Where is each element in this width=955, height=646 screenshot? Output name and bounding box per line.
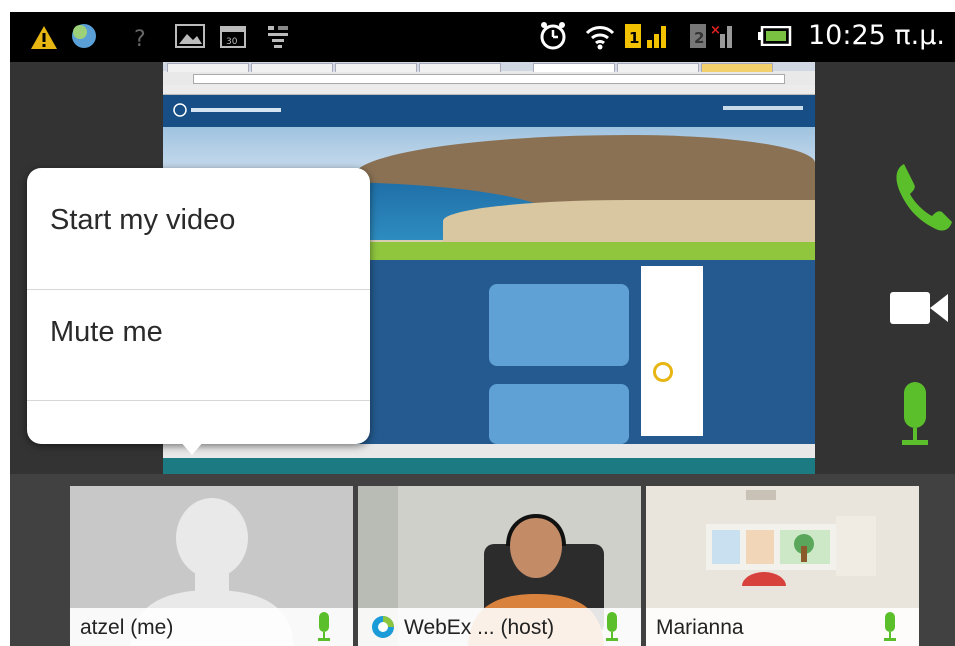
microphone-icon (606, 612, 618, 641)
sim1-signal-icon: 1 (625, 24, 666, 48)
svg-text:×: × (710, 23, 721, 38)
browser-status-bar (163, 444, 815, 458)
warning-icon (31, 26, 57, 49)
participants-strip: atzel (me) WebEx ... (host) Marianna (10, 474, 955, 646)
browser-tab-row (163, 62, 815, 72)
calendar-icon: 30 (220, 26, 246, 48)
sim2-no-signal-icon: 2 × (690, 23, 732, 48)
status-clock: 10:25 π.μ. (808, 20, 945, 51)
participant-label: atzel (me) (70, 608, 353, 646)
participant-name: Marianna (656, 616, 744, 639)
call-button[interactable] (876, 162, 955, 242)
webex-logo-icon (372, 616, 394, 638)
start-video-button[interactable] (876, 272, 955, 352)
website-logo (173, 103, 281, 117)
status-bar: ? 30 1 2 × 10:25 π.μ. (10, 12, 955, 62)
wifi-icon (585, 26, 615, 50)
participant-tile-host[interactable]: WebEx ... (host) (358, 486, 641, 646)
participant-name: WebEx ... (host) (404, 616, 555, 639)
gallery-icon (175, 24, 205, 48)
menu-pointer-arrow (180, 441, 204, 455)
video-camera-icon (890, 292, 948, 324)
browser-tab (419, 63, 501, 72)
browser-tab (617, 63, 699, 72)
hero-sand (443, 200, 815, 242)
browser-tab (335, 63, 417, 72)
browser-tab-active (533, 63, 615, 72)
participant-label: Marianna (646, 608, 919, 646)
microphone-icon (902, 382, 928, 445)
microphone-icon (318, 612, 330, 641)
svg-text:1: 1 (629, 29, 639, 47)
website-panel (489, 284, 629, 366)
usb-icon (268, 26, 288, 48)
browser-tab (701, 63, 773, 72)
menu-item-label: Start my video (50, 204, 236, 236)
browser-bookmarks-bar (163, 85, 815, 93)
browser-url-bar (193, 74, 785, 84)
menu-divider (27, 400, 370, 401)
start-my-video-menu-item[interactable]: Start my video (27, 168, 370, 278)
call-controls (876, 162, 955, 502)
website-badge-icon (653, 362, 673, 382)
call-icon (896, 164, 952, 231)
website-panel (489, 384, 629, 444)
svg-text:2: 2 (694, 29, 704, 47)
website-footer (163, 458, 815, 474)
website-header-links (723, 106, 803, 110)
participant-tile-me[interactable]: atzel (me) (70, 486, 353, 646)
browser-tab (167, 63, 249, 72)
browser-tab (251, 63, 333, 72)
svg-text:30: 30 (226, 37, 238, 47)
svg-text:?: ? (134, 27, 146, 50)
participant-label: WebEx ... (host) (358, 608, 641, 646)
participant-context-menu: Start my video Mute me (27, 168, 370, 444)
mute-me-menu-item[interactable]: Mute me (27, 280, 370, 390)
battery-icon (758, 26, 792, 46)
microphone-icon (884, 612, 896, 641)
wifi-question-icon: ? (134, 27, 146, 50)
participant-tile-marianna[interactable]: Marianna (646, 486, 919, 646)
alarm-icon (540, 22, 566, 50)
browser-chrome (163, 62, 815, 95)
participant-name: atzel (me) (80, 616, 174, 639)
mute-button[interactable] (876, 374, 955, 454)
menu-item-label: Mute me (50, 316, 163, 348)
website-sidebar-ads (641, 266, 703, 436)
app-window: ? 30 1 2 × 10:25 π.μ. Start my video Mut… (10, 12, 955, 646)
app-icon (72, 24, 96, 48)
